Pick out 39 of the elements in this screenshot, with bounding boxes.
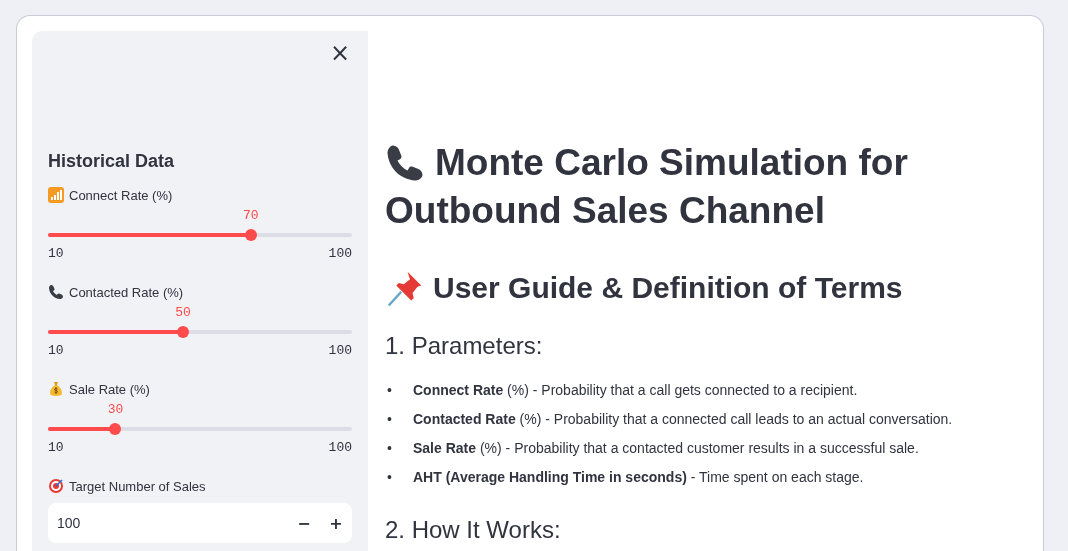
slider-value: 50 xyxy=(175,305,191,320)
slider-value: 30 xyxy=(107,402,124,417)
slider-thumb[interactable] xyxy=(176,326,189,338)
definition-item: Connect Rate (%) - Probability that a call gets connected to a recipient. xyxy=(413,381,858,400)
bullet-marker: • xyxy=(387,468,393,487)
target-icon xyxy=(48,478,64,494)
increment-button[interactable]: + xyxy=(320,503,352,543)
slider-label: Contacted Rate (%) xyxy=(69,284,184,300)
bullet-marker: • xyxy=(387,410,393,429)
slider-max: 100 xyxy=(328,246,352,261)
subsection-heading: 2. How It Works: xyxy=(385,515,562,545)
definition-item: Contacted Rate (%) - Probability that a connected call leads to an actual conversation. xyxy=(413,410,953,429)
bullet-marker: • xyxy=(387,439,393,458)
money-bag-icon xyxy=(48,381,64,397)
bullet-marker: • xyxy=(387,381,393,400)
definition-item: AHT (Average Handling Time in seconds) - Time spent on each stage. xyxy=(413,468,864,487)
definition-item: Sale Rate (%) - Probability that a contacted customer results in a successful sale. xyxy=(413,439,919,458)
slider-min: 10 xyxy=(48,440,64,455)
slider-min: 10 xyxy=(48,343,64,358)
input-label: Target Number of Sales xyxy=(69,478,206,494)
sidebar-title: Historical Data xyxy=(48,151,176,172)
page-title: Outbound Sales Channel xyxy=(385,189,825,233)
phone-icon xyxy=(48,284,64,300)
slider-thumb[interactable] xyxy=(244,229,257,241)
slider-label: Connect Rate (%) xyxy=(69,187,173,203)
slider-value: 70 xyxy=(242,208,259,223)
close-button[interactable]: × xyxy=(327,41,352,65)
slider-label: Sale Rate (%) xyxy=(69,381,150,397)
slider-max: 100 xyxy=(328,343,352,358)
page-title: Monte Carlo Simulation for xyxy=(435,141,908,185)
section-heading: User Guide & Definition of Terms xyxy=(433,270,903,306)
slider-thumb[interactable] xyxy=(109,423,122,435)
decrement-button[interactable]: − xyxy=(288,503,320,543)
subsection-heading: 1. Parameters: xyxy=(385,331,544,361)
slider-max: 100 xyxy=(328,440,352,455)
slider-min: 10 xyxy=(48,246,64,261)
number-input-field[interactable]: 100 − + xyxy=(48,503,352,543)
telephone-icon xyxy=(385,143,425,183)
signal-icon xyxy=(48,187,64,203)
